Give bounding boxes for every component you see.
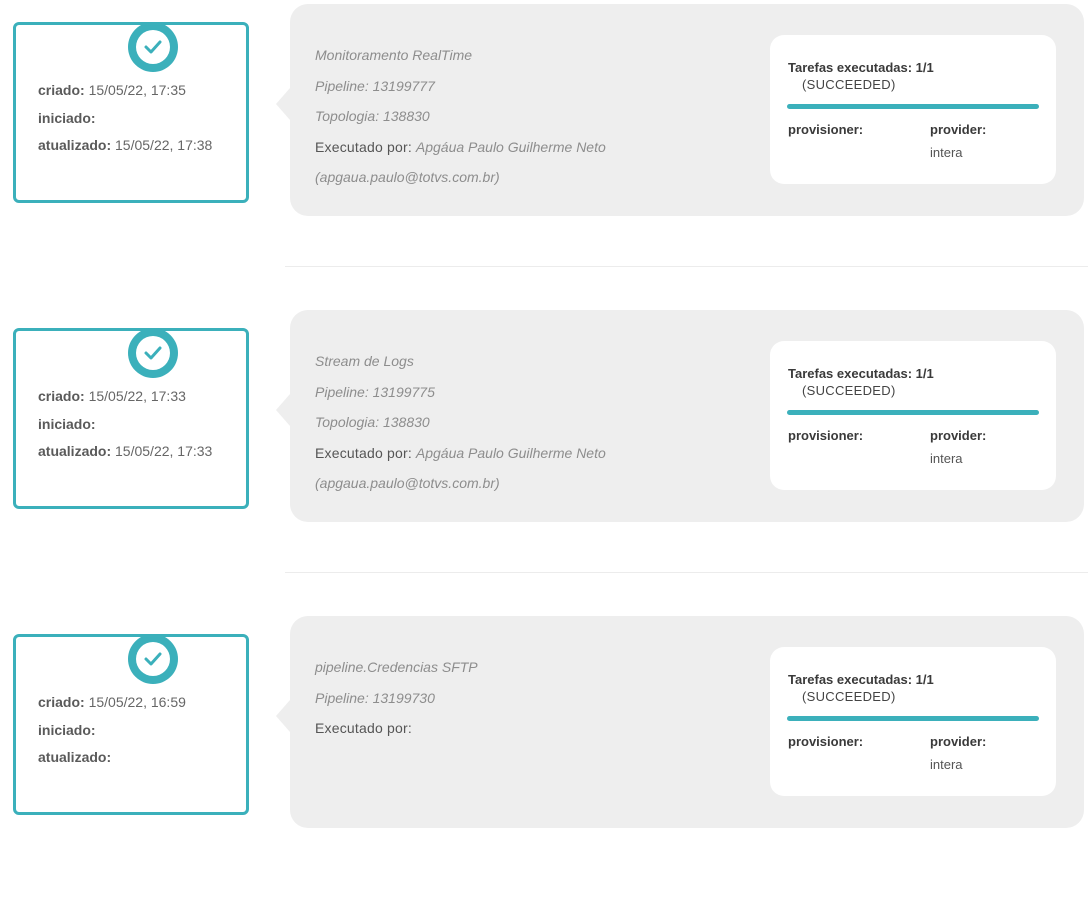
executado-label: Executado por: (315, 138, 412, 155)
atualizado-label: atualizado: (38, 443, 112, 459)
pipeline-id: Pipeline: 13199730 (315, 689, 435, 706)
tarefas-label: Tarefas executadas: (788, 366, 913, 381)
date-card: criado: 15/05/22, 17:35 iniciado: atuali… (13, 22, 249, 203)
check-circle-icon (128, 22, 178, 72)
date-card: criado: 15/05/22, 16:59 iniciado: atuali… (13, 634, 249, 815)
provider-value: intera (930, 145, 963, 160)
pipeline-entry: criado: 15/05/22, 16:59 iniciado: atuali… (0, 612, 1088, 918)
check-circle-icon (128, 634, 178, 684)
criado-label: criado: (38, 82, 85, 98)
executado-label: Executado por: (315, 720, 412, 736)
pipeline-entry: criado: 15/05/22, 17:35 iniciado: atuali… (0, 0, 1088, 306)
iniciado-label: iniciado: (38, 109, 96, 126)
task-status: (SUCCEEDED) (802, 689, 896, 704)
atualizado-value: 15/05/22, 17:38 (115, 137, 213, 153)
criado-label: criado: (38, 388, 85, 404)
criado-value: 15/05/22, 17:35 (88, 82, 186, 98)
progress-bar (787, 104, 1039, 109)
executado-por: Apgáua Paulo Guilherme Neto (415, 444, 606, 461)
tarefas-count: 1/1 (915, 672, 934, 687)
task-summary: Tarefas executadas: 1/1 (SUCCEEDED) prov… (770, 647, 1056, 796)
provisioner-label: provisioner: (788, 428, 864, 443)
iniciado-label: iniciado: (38, 721, 96, 738)
pipeline-card[interactable]: Stream de Logs Pipeline: 13199775 Topolo… (276, 310, 1084, 522)
provider-label: provider: (930, 122, 987, 137)
date-card: criado: 15/05/22, 17:33 iniciado: atuali… (13, 328, 249, 509)
pipeline-entry: criado: 15/05/22, 17:33 iniciado: atuali… (0, 306, 1088, 612)
provider-value: intera (930, 451, 963, 466)
topologia: Topologia: 138830 (315, 108, 430, 124)
iniciado-label: iniciado: (38, 415, 96, 432)
executado-por: Apgáua Paulo Guilherme Neto (415, 138, 606, 155)
task-summary: Tarefas executadas: 1/1 (SUCCEEDED) prov… (770, 35, 1056, 184)
criado-label: criado: (38, 694, 85, 710)
progress-bar (787, 716, 1039, 721)
tarefas-count: 1/1 (915, 366, 934, 381)
atualizado-label: atualizado: (38, 137, 112, 153)
task-status: (SUCCEEDED) (802, 383, 896, 398)
pipeline-name: Monitoramento RealTime (315, 47, 473, 63)
pipeline-card[interactable]: pipeline.Credencias SFTP Pipeline: 13199… (276, 616, 1084, 828)
pipeline-id: Pipeline: 13199777 (315, 77, 435, 94)
task-status: (SUCCEEDED) (802, 77, 896, 92)
provisioner-label: provisioner: (788, 734, 864, 749)
criado-value: 15/05/22, 16:59 (88, 694, 186, 710)
topologia: Topologia: 138830 (315, 414, 430, 430)
divider (285, 572, 1088, 573)
criado-value: 15/05/22, 17:33 (88, 388, 186, 404)
progress-bar (787, 410, 1039, 415)
tarefas-count: 1/1 (915, 60, 934, 75)
executado-label: Executado por: (315, 444, 412, 461)
provisioner-label: provisioner: (788, 122, 864, 137)
executor-email: (apgaua.paulo@totvs.com.br) (315, 169, 500, 185)
executor-email: (apgaua.paulo@totvs.com.br) (315, 475, 500, 491)
tarefas-label: Tarefas executadas: (788, 60, 913, 75)
tarefas-label: Tarefas executadas: (788, 672, 913, 687)
pipeline-name: Stream de Logs (315, 353, 414, 369)
pipeline-id: Pipeline: 13199775 (315, 383, 435, 400)
provider-value: intera (930, 757, 963, 772)
check-circle-icon (128, 328, 178, 378)
provider-label: provider: (930, 428, 987, 443)
pipeline-name: pipeline.Credencias SFTP (315, 659, 478, 675)
task-summary: Tarefas executadas: 1/1 (SUCCEEDED) prov… (770, 341, 1056, 490)
provider-label: provider: (930, 734, 987, 749)
atualizado-label: atualizado: (38, 749, 112, 765)
pipeline-card[interactable]: Monitoramento RealTime Pipeline: 1319977… (276, 4, 1084, 216)
divider (285, 266, 1088, 267)
atualizado-value: 15/05/22, 17:33 (115, 443, 213, 459)
